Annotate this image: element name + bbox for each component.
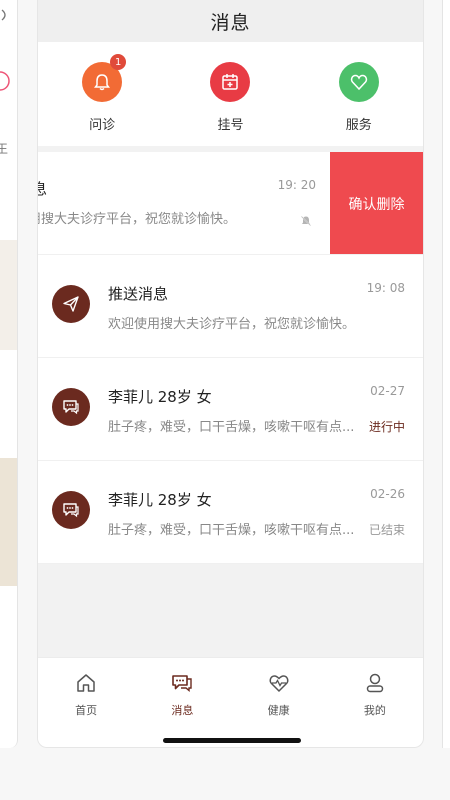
message-time: 02-27	[370, 384, 405, 398]
message-title: 李菲儿 28岁 女	[108, 491, 212, 509]
list-item-patient-chat[interactable]: 李菲儿 28岁 女 肚子疼，难受，口干舌燥，咳嗽干呕有点... 02-26 已结…	[38, 461, 423, 564]
side-peek-icon	[0, 8, 17, 25]
tab-health[interactable]: 健康	[244, 672, 314, 718]
side-peek-image	[0, 458, 17, 586]
message-preview: 欢迎使用搜大夫诊疗平台，祝您就诊愉快。	[108, 317, 356, 332]
side-peek-text: 王	[0, 140, 14, 157]
heart-icon	[338, 62, 379, 102]
message-time: 19: 20	[277, 178, 316, 192]
quick-actions: 1 问诊 挂号 服务	[38, 42, 423, 146]
quick-action-label: 挂号	[217, 118, 244, 133]
message-title: 李菲儿 28岁 女	[108, 388, 212, 406]
status-badge: 进行中	[368, 420, 405, 434]
phone-screen: 消息 1 问诊 挂号 服务 统消息 迎使用搜大夫诊疗	[37, 0, 424, 748]
quick-action-consult[interactable]: 1 问诊	[57, 54, 147, 133]
list-item-system-message[interactable]: 统消息 迎使用搜大夫诊疗平台，祝您就诊愉快。 19: 20 确认删除	[38, 152, 423, 255]
mute-bell-icon	[300, 212, 312, 231]
tab-label: 健康	[267, 704, 290, 717]
page-title: 消息	[210, 11, 251, 34]
message-preview: 肚子疼，难受，口干舌燥，咳嗽干呕有点...	[108, 523, 355, 538]
tab-label: 消息	[171, 704, 194, 717]
profile-icon	[364, 672, 386, 698]
unread-badge: 1	[110, 54, 127, 70]
bottom-tab-bar: 首页 消息 健康 我的	[38, 657, 423, 747]
message-time: 19: 08	[366, 281, 405, 295]
message-title: 统消息	[38, 178, 47, 199]
side-card-left: 王	[0, 0, 18, 748]
swiped-content: 统消息 迎使用搜大夫诊疗平台，祝您就诊愉快。 19: 20	[38, 152, 332, 254]
quick-action-label: 服务	[345, 118, 372, 133]
chat-icon	[52, 388, 90, 426]
quick-action-label: 问诊	[89, 118, 116, 133]
tab-label: 我的	[363, 704, 386, 717]
tab-label: 首页	[75, 704, 98, 717]
side-peek-image	[0, 240, 17, 350]
message-title: 推送消息	[108, 285, 169, 303]
list-item-patient-chat[interactable]: 李菲儿 28岁 女 肚子疼，难受，口干舌燥，咳嗽干呕有点... 02-27 进行…	[38, 358, 423, 461]
health-icon	[267, 672, 291, 698]
chat-icon	[52, 491, 90, 529]
confirm-delete-button[interactable]: 确认删除	[330, 152, 423, 254]
message-preview: 肚子疼，难受，口干舌燥，咳嗽干呕有点...	[108, 420, 355, 435]
side-peek-circle	[0, 70, 17, 95]
quick-action-register[interactable]: 挂号	[185, 62, 275, 133]
calendar-icon	[210, 62, 251, 102]
message-preview: 迎使用搜大夫诊疗平台，祝您就诊愉快。	[38, 212, 237, 227]
message-time: 02-26	[370, 487, 405, 501]
home-icon	[75, 672, 97, 698]
send-icon	[52, 285, 90, 323]
quick-action-services[interactable]: 服务	[314, 62, 404, 133]
tab-messages[interactable]: 消息	[147, 672, 217, 718]
list-item-push-message[interactable]: 推送消息 欢迎使用搜大夫诊疗平台，祝您就诊愉快。 19: 08	[38, 255, 423, 358]
messages-icon	[170, 672, 194, 698]
status-badge: 已结束	[368, 523, 405, 537]
home-indicator[interactable]	[163, 738, 301, 743]
tab-profile[interactable]: 我的	[340, 672, 410, 718]
tab-home[interactable]: 首页	[51, 672, 121, 718]
side-card-right	[442, 0, 450, 748]
message-list: 统消息 迎使用搜大夫诊疗平台，祝您就诊愉快。 19: 20 确认删除 推送消息 …	[38, 152, 423, 564]
title-bar: 消息	[38, 0, 423, 42]
